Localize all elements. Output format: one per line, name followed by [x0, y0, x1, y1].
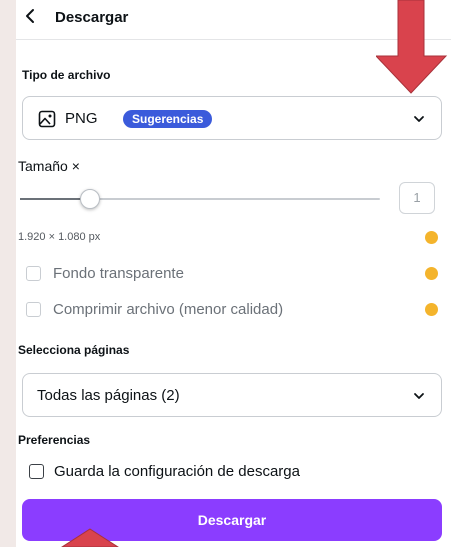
- size-slider-thumb[interactable]: [80, 189, 100, 209]
- annotation-arrow-down-icon: [376, 0, 448, 94]
- file-type-select[interactable]: PNG Sugerencias: [22, 96, 442, 140]
- pages-select[interactable]: Todas las páginas (2): [22, 373, 442, 417]
- transparent-background-label: Fondo transparente: [53, 265, 184, 282]
- dimensions-text: 1.920 × 1.080 px: [18, 231, 101, 243]
- file-type-label: Tipo de archivo: [22, 68, 111, 82]
- annotation-arrow-up-icon: [61, 528, 119, 547]
- file-type-value: PNG: [65, 110, 98, 127]
- chevron-down-icon: [414, 393, 424, 399]
- size-label: Tamaño ×: [18, 158, 80, 174]
- back-button[interactable]: [24, 7, 38, 30]
- page-title: Descargar: [55, 9, 129, 26]
- transparent-background-checkbox[interactable]: [26, 266, 41, 281]
- save-settings-label: Guarda la configuración de descarga: [54, 463, 300, 480]
- preferences-label: Preferencias: [18, 433, 91, 447]
- chevron-left-icon: [26, 9, 34, 23]
- compress-file-checkbox[interactable]: [26, 302, 41, 317]
- compress-file-label: Comprimir archivo (menor calidad): [53, 301, 284, 318]
- chevron-down-icon: [414, 116, 424, 122]
- suggestions-badge: Sugerencias: [123, 110, 213, 128]
- crown-icon: [425, 303, 438, 316]
- pages-label: Selecciona páginas: [18, 343, 130, 357]
- image-icon: [38, 110, 56, 128]
- pages-value: Todas las páginas (2): [37, 387, 180, 404]
- size-input[interactable]: 1: [399, 182, 435, 214]
- save-settings-checkbox[interactable]: [29, 464, 44, 479]
- crown-icon: [425, 231, 438, 244]
- crown-icon: [425, 267, 438, 280]
